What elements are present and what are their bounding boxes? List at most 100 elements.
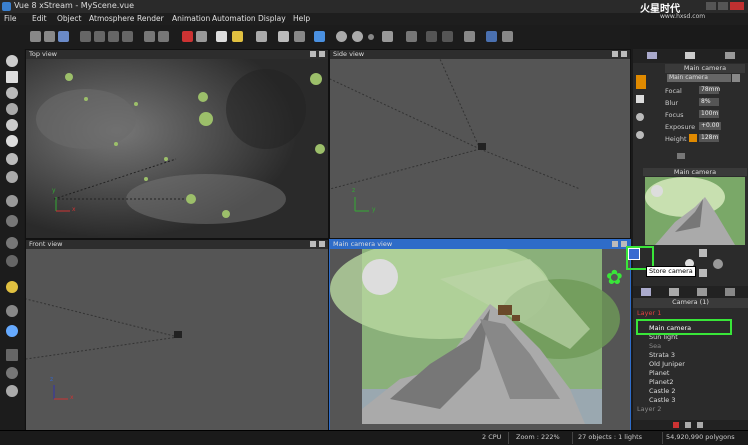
terrain-tool-icon[interactable] [6, 87, 18, 99]
menu-help[interactable]: Help [293, 14, 310, 23]
height-field[interactable]: 128m [699, 134, 719, 142]
sun-tool-icon[interactable] [6, 281, 18, 293]
sphere-icon[interactable] [352, 31, 363, 42]
exposure-field[interactable]: +0.00 [699, 122, 721, 130]
front-viewport[interactable]: Front view z x [25, 239, 329, 431]
lock-tool-icon[interactable] [6, 215, 18, 227]
link-tool-icon[interactable] [6, 237, 18, 249]
fx-tool-icon[interactable] [6, 367, 18, 379]
sphere-tool-icon[interactable] [6, 55, 18, 67]
camera-tool-icon[interactable] [196, 31, 207, 42]
viewport-maximize-icon[interactable] [621, 51, 627, 57]
tab-aspect-icon[interactable] [685, 52, 695, 59]
camera-viewport[interactable]: Main camera view [329, 239, 631, 431]
plant-tool-icon[interactable] [6, 119, 18, 131]
paste-icon[interactable] [108, 31, 119, 42]
close-button[interactable] [730, 2, 744, 10]
open-icon[interactable] [44, 31, 55, 42]
options-icon[interactable] [502, 31, 513, 42]
tab-links-icon[interactable] [725, 288, 735, 296]
menu-display[interactable]: Display [258, 14, 286, 23]
render-icon[interactable] [182, 31, 193, 42]
height-lock-icon[interactable] [689, 134, 697, 142]
tab-camera-icon[interactable] [647, 52, 657, 59]
viewport-pin-icon[interactable] [310, 241, 316, 247]
layer-options-icon[interactable] [697, 422, 703, 428]
new-layer-icon[interactable] [685, 422, 691, 428]
dot-icon[interactable] [368, 34, 374, 40]
menu-object[interactable]: Object [57, 14, 81, 23]
minimize-button[interactable] [706, 2, 716, 10]
menu-render[interactable]: Render [137, 14, 164, 23]
panel-expand-icon[interactable] [677, 153, 685, 159]
viewport-maximize-icon[interactable] [319, 241, 325, 247]
side-viewport[interactable]: Side view z y [329, 49, 631, 239]
object-cube-icon[interactable] [256, 31, 267, 42]
camera-side-icon[interactable] [636, 75, 646, 89]
camera-select-dropdown-icon[interactable] [732, 74, 740, 82]
maximize-button[interactable] [718, 2, 728, 10]
tab-layers-icon[interactable] [641, 288, 651, 296]
viewport-maximize-icon[interactable] [319, 51, 325, 57]
tree-item-strata3[interactable]: Strata 3 [649, 351, 675, 359]
camera-select[interactable]: Main camera [667, 74, 731, 82]
copy-icon[interactable] [94, 31, 105, 42]
menu-automation[interactable]: Automation [212, 14, 256, 23]
orbit-icon[interactable] [713, 259, 723, 269]
focus-field[interactable]: 100m [699, 110, 719, 118]
terrain2-tool-icon[interactable] [6, 385, 18, 397]
material-icon[interactable] [314, 31, 325, 42]
rock-tool-icon[interactable] [6, 103, 18, 115]
brush-tool-icon[interactable] [6, 171, 18, 183]
grid-icon[interactable] [426, 31, 437, 42]
filter-tool-icon[interactable] [6, 305, 18, 317]
redo-icon[interactable] [158, 31, 169, 42]
undo-icon[interactable] [144, 31, 155, 42]
render-window-icon[interactable] [486, 31, 497, 42]
chain-tool-icon[interactable] [6, 255, 18, 267]
camera-preview-image[interactable] [645, 177, 745, 245]
save-icon[interactable] [58, 31, 69, 42]
menu-animation[interactable]: Animation [172, 14, 210, 23]
tab-animation-icon[interactable] [725, 52, 735, 59]
globe-icon[interactable] [336, 31, 347, 42]
tab-objects-icon[interactable] [697, 288, 707, 296]
tree-item-castle2[interactable]: Castle 2 [649, 387, 675, 395]
tree-item-planet[interactable]: Planet [649, 369, 669, 377]
text-tool-icon[interactable] [6, 71, 18, 83]
target-icon[interactable] [636, 95, 644, 103]
tree-item-sea[interactable]: Sea [649, 342, 661, 350]
options-side-icon[interactable] [636, 113, 644, 121]
light-tool-icon[interactable] [6, 153, 18, 165]
tree-item-layer2[interactable]: Layer 2 [637, 405, 661, 413]
dolly-icon[interactable] [699, 269, 707, 277]
top-viewport[interactable]: Top view y x [25, 49, 329, 239]
bar-tool-icon[interactable] [6, 349, 18, 361]
blur-field[interactable]: 8% [699, 98, 719, 106]
cloud-icon[interactable] [216, 31, 227, 42]
menu-file[interactable]: File [4, 14, 17, 23]
tree-item-planet2[interactable]: Planet2 [649, 378, 674, 386]
viewport-pin-icon[interactable] [310, 51, 316, 57]
group-tool-icon[interactable] [6, 195, 18, 207]
duplicate-icon[interactable] [122, 31, 133, 42]
egg-tool-icon[interactable] [6, 135, 18, 147]
pan-icon[interactable] [699, 249, 707, 257]
menu-edit[interactable]: Edit [32, 14, 47, 23]
menu-atmosphere[interactable]: Atmosphere [89, 14, 134, 23]
delete-layer-icon[interactable] [673, 422, 679, 428]
sun-icon[interactable] [232, 31, 243, 42]
viewport-pin-icon[interactable] [612, 51, 618, 57]
light-side-icon[interactable] [636, 131, 644, 139]
cut-icon[interactable] [80, 31, 91, 42]
tree-item-old-juniper[interactable]: Old Juniper [649, 360, 685, 368]
zoom-icon[interactable] [382, 31, 393, 42]
brush-icon[interactable] [278, 31, 289, 42]
move-tool-icon[interactable] [294, 31, 305, 42]
focal-field[interactable]: 78mm [699, 86, 720, 94]
tab-materials-icon[interactable] [669, 288, 679, 296]
sphere-info-icon[interactable] [6, 325, 18, 337]
clapper-icon[interactable] [464, 31, 475, 42]
view-layout-icon[interactable] [406, 31, 417, 42]
snap-icon[interactable] [442, 31, 453, 42]
